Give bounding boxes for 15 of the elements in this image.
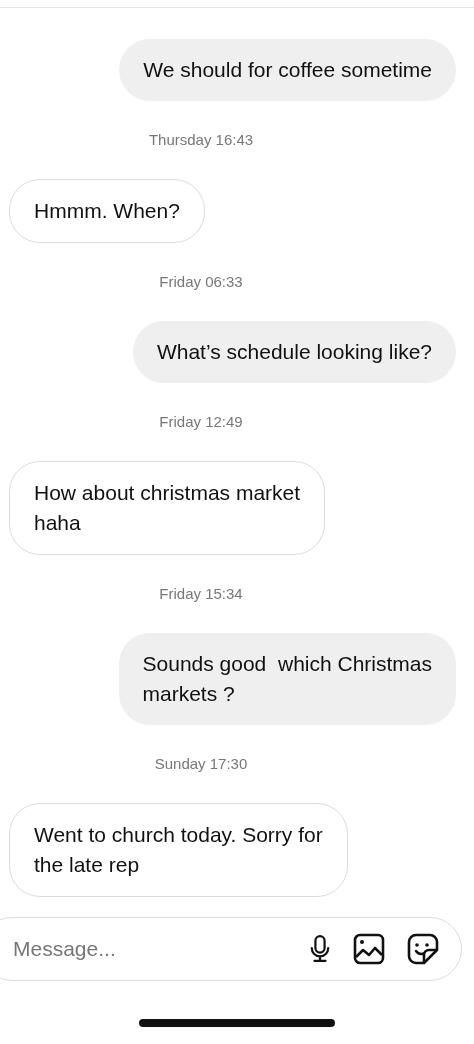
timestamp: Sunday 17:30	[154, 755, 248, 773]
timestamp: Friday 06:33	[159, 273, 243, 291]
message-field[interactable]: Message...	[11, 936, 287, 962]
sent-message: Sounds good which Christmas markets ?	[118, 633, 456, 725]
image-icon[interactable]	[353, 933, 385, 965]
timestamp: Friday 12:49	[159, 413, 243, 431]
timestamp: Friday 15:34	[159, 585, 243, 603]
timestamp: Thursday 16:43	[148, 131, 254, 149]
microphone-icon[interactable]	[309, 934, 331, 964]
received-message: Hmmm. When?	[9, 179, 205, 243]
received-message: Went to church today. Sorry for the late rep	[9, 803, 348, 897]
sent-message: What’s schedule looking like?	[132, 321, 456, 383]
sent-message: We should for coffee sometime	[119, 39, 456, 101]
received-message: How about christmas market haha	[9, 461, 326, 555]
sticker-icon[interactable]	[407, 933, 439, 965]
